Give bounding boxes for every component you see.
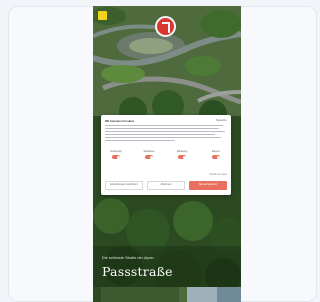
details-link[interactable]: Details anzeigen xyxy=(209,173,227,176)
consent-option-label: Notwendig xyxy=(110,150,122,153)
hero-subtitle: Die schönste Straße der Alpen xyxy=(102,256,154,260)
toggle-on-icon[interactable] xyxy=(178,155,186,159)
consent-option-statistics: Statistiken xyxy=(138,150,160,168)
toggle-on-icon[interactable] xyxy=(145,155,153,159)
consent-text-line xyxy=(105,137,221,139)
consent-option-necessary: Notwendig xyxy=(105,150,127,168)
consent-option-external: Externe xyxy=(205,150,227,168)
consent-option-label: Statistiken xyxy=(143,150,155,153)
consent-option-label: Externe xyxy=(211,150,221,153)
consent-option-label: Marketing xyxy=(176,150,188,153)
thumbnail[interactable] xyxy=(217,287,241,302)
toggle-on-icon[interactable] xyxy=(212,155,220,159)
toggle-on-icon[interactable] xyxy=(112,155,120,159)
hero-title: Passstraße xyxy=(102,264,173,279)
consent-text-line xyxy=(105,131,225,133)
consent-title: Wir benutzen Cookies xyxy=(105,119,135,123)
thumbnail[interactable] xyxy=(101,287,179,302)
consent-text-line xyxy=(105,140,175,142)
thumbnail[interactable] xyxy=(93,287,101,302)
deny-button[interactable]: Ablehnen xyxy=(147,181,185,190)
consent-option-marketing: Marketing xyxy=(171,150,193,168)
save-settings-button[interactable]: Einstellungen speichern xyxy=(105,181,143,190)
location-badge-icon[interactable] xyxy=(155,16,176,37)
consent-text-line xyxy=(105,125,223,127)
accept-all-button[interactable]: Alle akzeptieren xyxy=(189,181,227,190)
consent-options: Notwendig Statistiken Marketing Externe xyxy=(105,150,227,168)
language-selector[interactable]: Sprache xyxy=(216,118,227,122)
consent-text-line xyxy=(105,134,215,136)
cookie-consent-dialog: Wir benutzen Cookies Sprache Notwendig S… xyxy=(101,115,231,195)
brand-logo-icon[interactable] xyxy=(98,11,107,20)
consent-text-line xyxy=(105,128,219,130)
image-thumbnail-strip xyxy=(93,287,241,302)
thumbnail[interactable] xyxy=(187,287,217,302)
thumbnail[interactable] xyxy=(179,287,187,302)
